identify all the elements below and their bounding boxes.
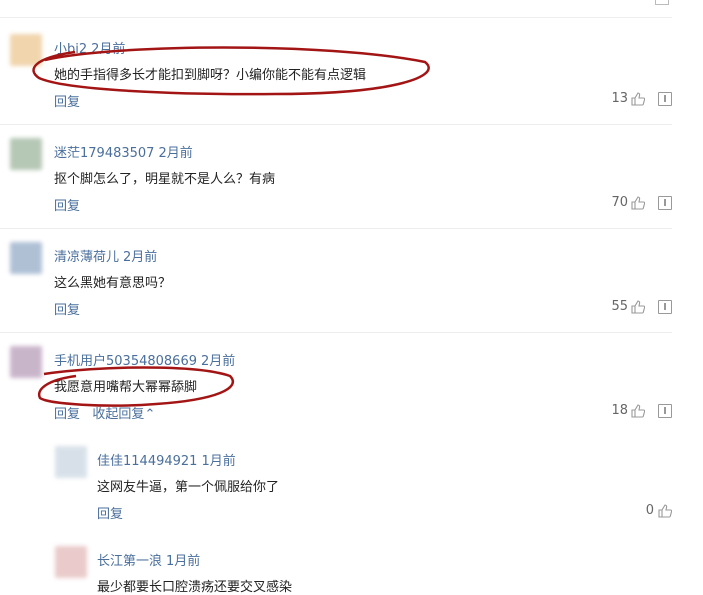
collapse-replies-label: 收起回复 <box>92 407 145 422</box>
username-text[interactable]: 迷茫179483507 <box>54 146 154 161</box>
reply-item: 佳佳114494921 1月前 这网友牛逼，第一个佩服给你了 回复 0 <box>55 436 672 536</box>
reply-username[interactable]: 长江第一浪 1月前 <box>97 550 200 569</box>
thumbs-up-icon[interactable] <box>631 92 645 106</box>
comment-time: 2月前 <box>123 250 158 265</box>
thumbs-up-icon[interactable] <box>658 504 672 518</box>
top-divider <box>0 17 672 18</box>
reply-button[interactable]: 回复 <box>54 303 80 318</box>
reply-text: 这网友牛逼，第一个佩服给你了 <box>97 480 280 495</box>
avatar[interactable] <box>55 546 87 578</box>
reply-time: 1月前 <box>201 454 236 469</box>
avatar[interactable] <box>10 346 42 378</box>
avatar[interactable] <box>55 446 87 478</box>
reply-button[interactable]: 回复 <box>97 507 123 522</box>
comment-item: 手机用户50354808669 2月前 我愿意用嘴帮大幂幂舔脚 回复 收起回复⌃ … <box>0 332 672 436</box>
report-icon[interactable] <box>658 300 672 314</box>
comment-username[interactable]: 迷茫179483507 2月前 <box>54 142 193 161</box>
avatar[interactable] <box>10 34 42 66</box>
reply-time: 1月前 <box>166 554 201 569</box>
comment-username[interactable]: 小bi2 2月前 <box>54 38 125 57</box>
comment-actions: 回复 <box>54 299 80 318</box>
like-count: 0 <box>645 503 654 518</box>
reply-button[interactable]: 回复 <box>54 199 80 214</box>
comment-item: 小bi2 2月前 她的手指得多长才能扣到脚呀？小编你能不能有点逻辑 回复 13 <box>0 20 672 125</box>
report-icon[interactable] <box>658 196 672 210</box>
reply-actions: 回复 <box>97 503 123 522</box>
comment-actions: 回复 <box>54 195 80 214</box>
collapse-replies-button[interactable]: 收起回复⌃ <box>92 407 155 422</box>
thumbs-up-icon[interactable] <box>631 404 645 418</box>
report-icon[interactable] <box>655 0 669 5</box>
comment-text: 这么黑她有意思吗？ <box>54 276 172 291</box>
comment-text: 她的手指得多长才能扣到脚呀？小编你能不能有点逻辑 <box>54 68 367 83</box>
comment-text: 抠个脚怎么了，明星就不是人么？有病 <box>54 172 276 187</box>
like-count: 70 <box>611 195 628 210</box>
like-count: 18 <box>611 403 628 418</box>
thumbs-up-icon[interactable] <box>631 196 645 210</box>
comment-time: 2月前 <box>200 354 236 369</box>
comment-time: 2月前 <box>158 146 193 161</box>
reply-button[interactable]: 回复 <box>54 407 80 422</box>
username-text[interactable]: 小bi2 <box>54 42 87 57</box>
comment-text: 我愿意用嘴帮大幂幂舔脚 <box>54 380 198 395</box>
comment-item: 迷茫179483507 2月前 抠个脚怎么了，明星就不是人么？有病 回复 70 <box>0 124 672 229</box>
username-text[interactable]: 手机用户50354808669 <box>54 354 197 369</box>
reply-username[interactable]: 佳佳114494921 1月前 <box>97 450 236 469</box>
avatar[interactable] <box>10 138 42 170</box>
thumbs-up-icon[interactable] <box>631 300 645 314</box>
username-text[interactable]: 清凉薄荷儿 <box>54 250 119 265</box>
report-icon[interactable] <box>658 404 672 418</box>
comment-item: 清凉薄荷儿 2月前 这么黑她有意思吗？ 回复 55 <box>0 228 672 333</box>
report-icon[interactable] <box>658 92 672 106</box>
reply-item: 长江第一浪 1月前 最少都要长口腔溃疡还要交叉感染 <box>55 536 672 595</box>
username-text[interactable]: 长江第一浪 <box>97 554 162 569</box>
like-count: 13 <box>611 91 628 106</box>
chevron-up-icon: ⌃ <box>144 407 156 422</box>
comment-username[interactable]: 手机用户50354808669 2月前 <box>54 350 235 369</box>
comment-username[interactable]: 清凉薄荷儿 2月前 <box>54 246 157 265</box>
comment-actions: 回复 <box>54 91 80 110</box>
comment-time: 2月前 <box>91 42 126 57</box>
reply-button[interactable]: 回复 <box>54 95 80 110</box>
reply-text: 最少都要长口腔溃疡还要交叉感染 <box>97 580 293 595</box>
username-text[interactable]: 佳佳114494921 <box>97 454 197 469</box>
comment-actions: 回复 收起回复⌃ <box>54 403 155 422</box>
like-count: 55 <box>611 299 628 314</box>
avatar[interactable] <box>10 242 42 274</box>
